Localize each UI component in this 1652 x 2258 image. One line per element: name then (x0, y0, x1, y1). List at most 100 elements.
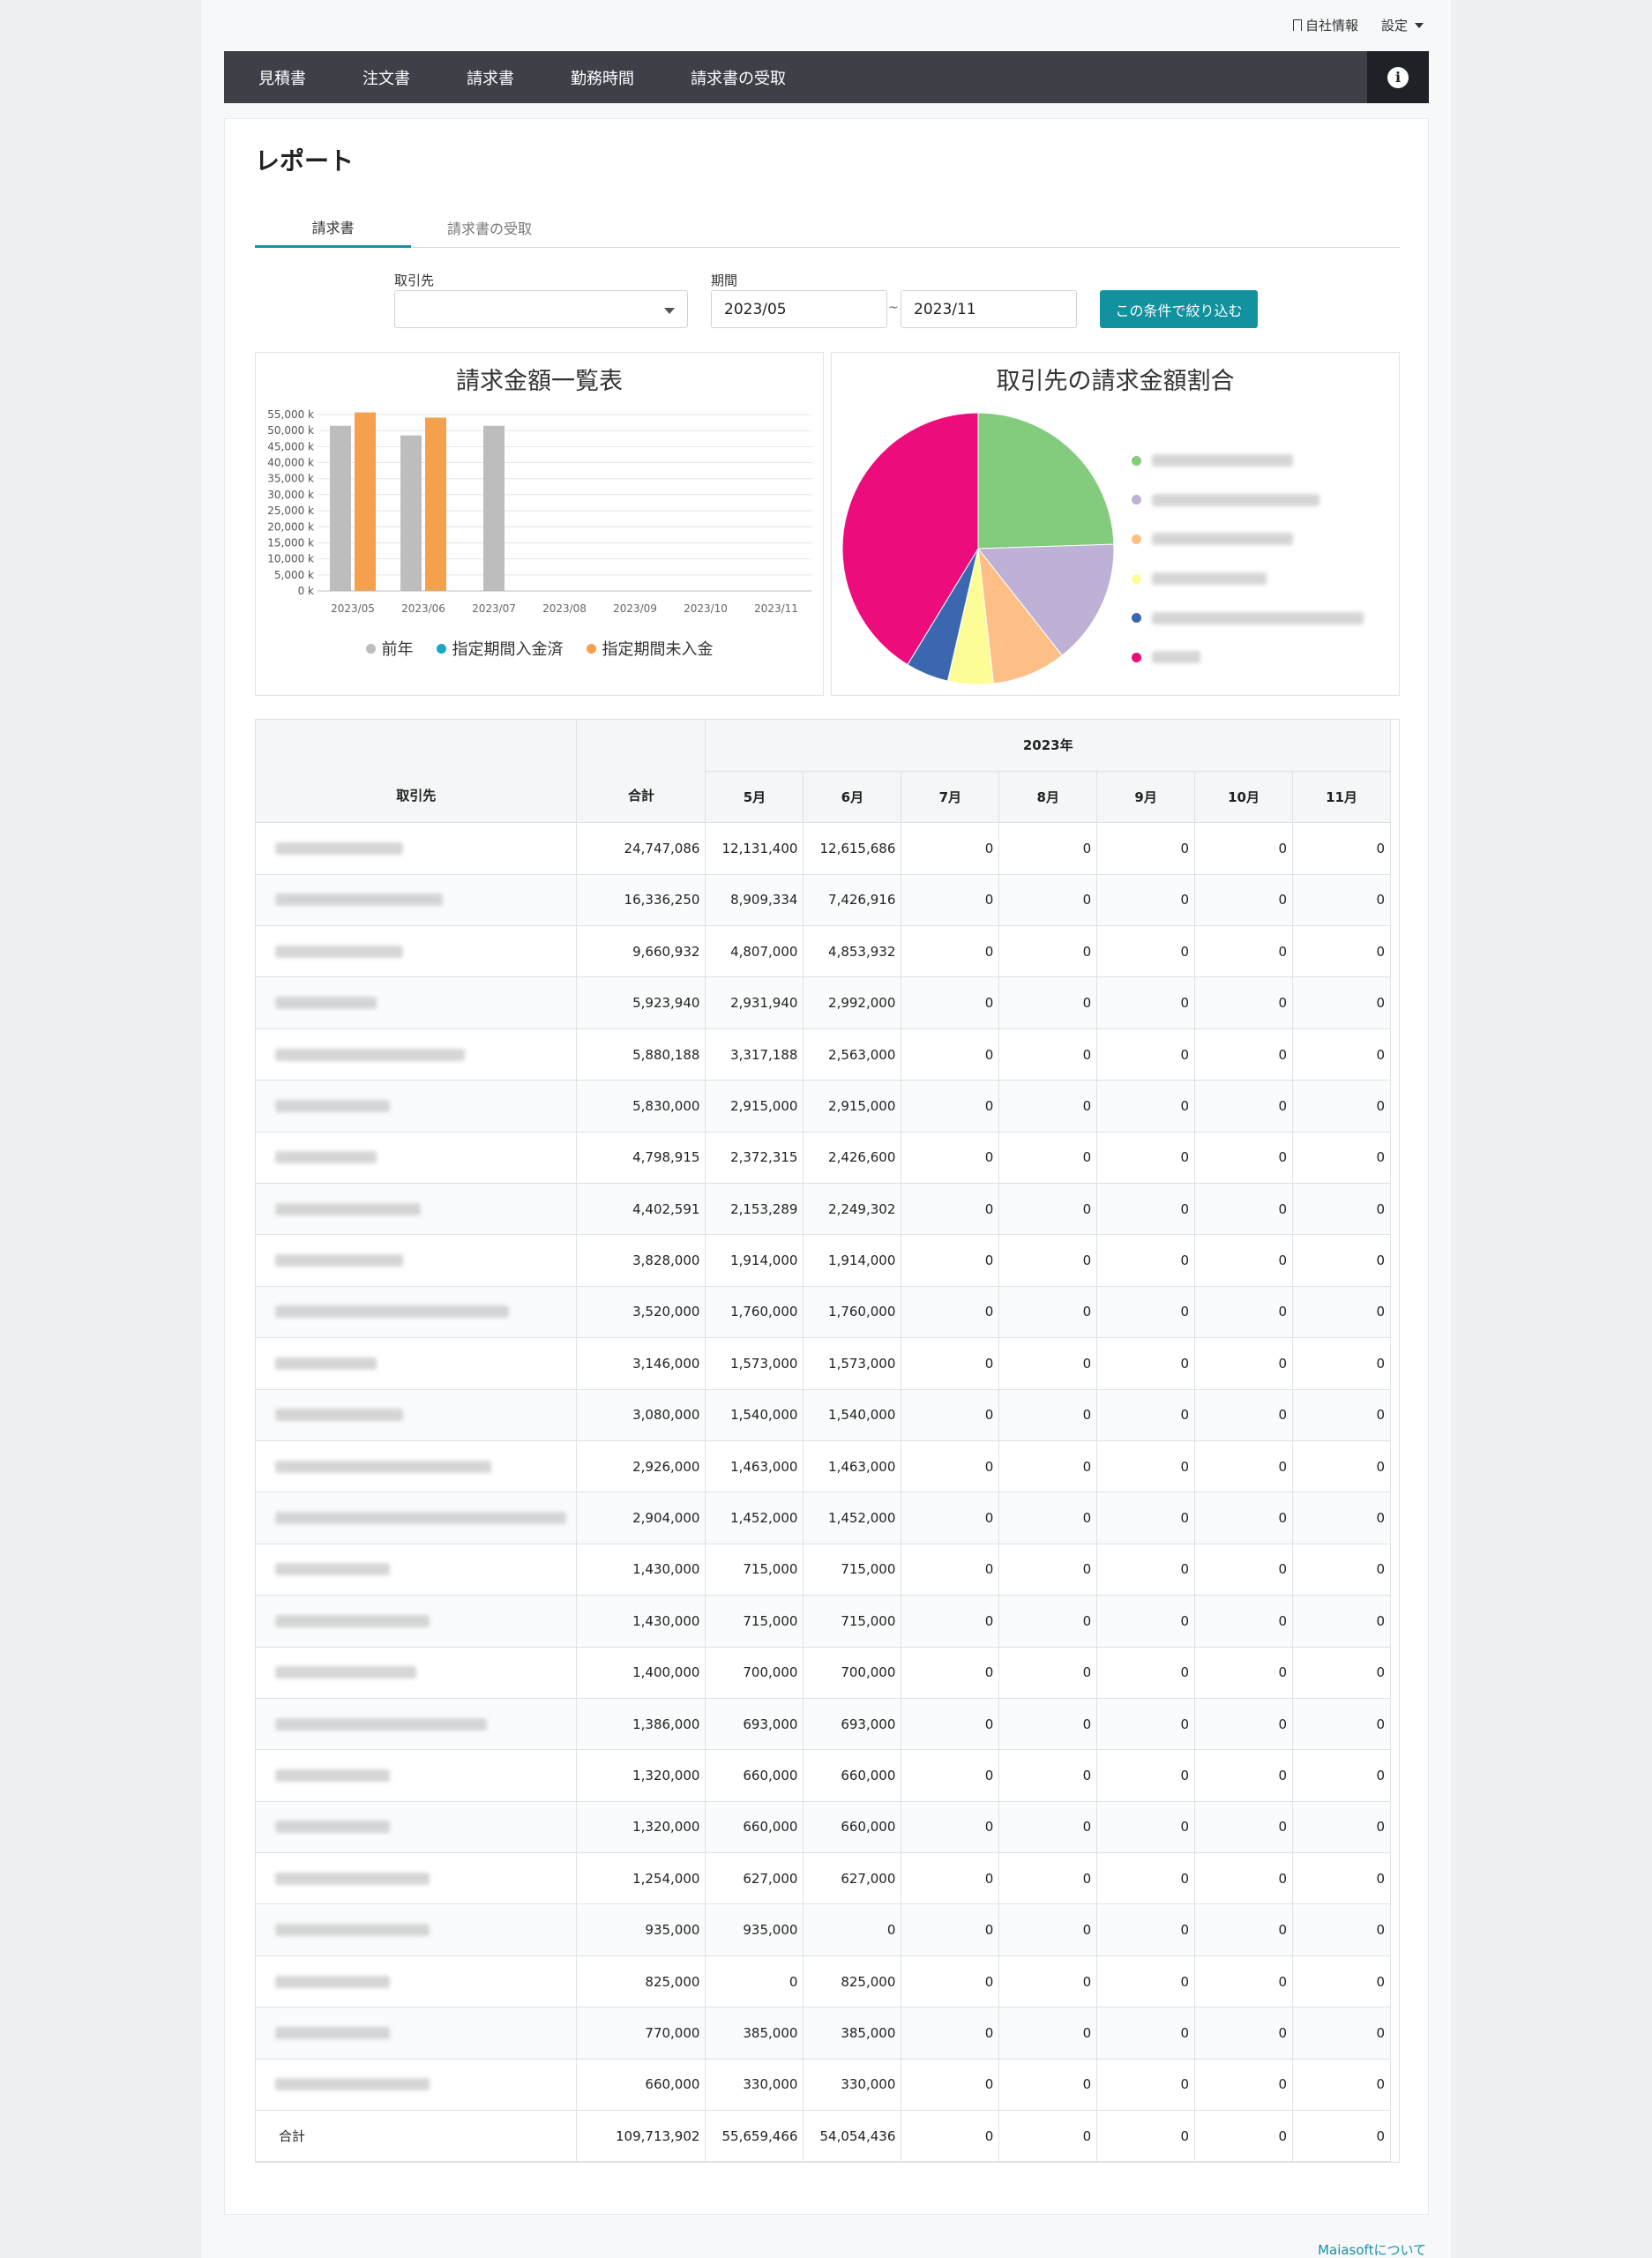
month-value-cell: 0 (1292, 1132, 1391, 1185)
pie-legend-item[interactable] (1132, 559, 1364, 599)
month-value-cell: 0 (998, 1955, 1098, 2008)
month-value-cell: 7,426,916 (803, 874, 902, 927)
month-value-cell: 0 (998, 1544, 1098, 1596)
month-value-cell: 1,540,000 (705, 1389, 804, 1441)
legend-item-paid[interactable]: 指定期間入金済 (436, 637, 564, 660)
client-name-cell-redacted (256, 925, 578, 978)
redacted-client-name (275, 1717, 487, 1731)
invoice-summary-table: 取引先 合計 2023年 5月 6月 7月 8月 9月 10月 11月 24,747,086… (255, 719, 1400, 2164)
pie-legend-item[interactable] (1132, 520, 1364, 559)
month-value-cell: 0 (1194, 1337, 1293, 1390)
company-info-link[interactable]: 自社情報 (1292, 16, 1358, 34)
dropdown-arrow-icon (664, 308, 675, 314)
month-value-cell: 0 (1292, 1749, 1391, 1802)
month-value-cell: 0 (705, 1955, 804, 2008)
client-name-cell-redacted (256, 1852, 578, 1905)
nav-item-quotes[interactable]: 見積書 (258, 66, 306, 89)
nav-item-received-invoices[interactable]: 請求書の受取 (691, 66, 786, 89)
month-value-cell: 0 (901, 925, 1000, 978)
redacted-client-name (275, 1048, 465, 1061)
redacted-client-name (275, 1254, 403, 1267)
tab-received-invoices[interactable]: 請求書の受取 (411, 207, 568, 248)
pie-chart-panel: 取引先の請求金額割合 (831, 352, 1400, 696)
table-row: 935,000 935,000 0 0 0 0 0 0 (256, 1903, 1391, 1956)
period-from-input[interactable]: 2023/05 (711, 290, 887, 328)
month-value-cell: 0 (1096, 1749, 1196, 1802)
client-name-cell-redacted (256, 1801, 578, 1854)
month-value-cell: 693,000 (803, 1698, 902, 1751)
month-value-cell: 0 (998, 2007, 1098, 2060)
month-value-cell: 0 (998, 822, 1098, 875)
nav-item-invoices[interactable]: 請求書 (467, 66, 514, 89)
month-value-cell: 0 (803, 1903, 902, 1956)
row-total-cell: 3,080,000 (576, 1389, 706, 1441)
table-row: 660,000 330,000 330,000 0 0 0 0 0 (256, 2059, 1391, 2112)
settings-dropdown[interactable]: 設定 (1381, 16, 1424, 34)
legend-dot (1132, 495, 1141, 505)
month-value-cell: 0 (1096, 2007, 1196, 2060)
nav-item-work-hours[interactable]: 勤務時間 (571, 66, 634, 89)
month-value-cell: 0 (1194, 1440, 1293, 1493)
month-value-cell: 0 (1096, 1286, 1196, 1339)
legend-item-unpaid[interactable]: 指定期間未入金 (586, 637, 714, 660)
tab-invoices[interactable]: 請求書 (255, 207, 411, 248)
month-value-cell: 0 (998, 1440, 1098, 1493)
month-value-cell: 0 (901, 1337, 1000, 1390)
bar-prev-year (330, 425, 351, 591)
redacted-client-name (275, 1151, 377, 1164)
legend-item-prev-year[interactable]: 前年 (365, 637, 414, 660)
month-value-cell: 0 (1194, 822, 1293, 875)
month-value-cell: 1,540,000 (803, 1389, 902, 1441)
row-total-cell: 3,146,000 (576, 1337, 706, 1390)
month-value-cell: 0 (901, 874, 1000, 927)
month-value-cell: 0 (1096, 1698, 1196, 1751)
month-value-cell: 4,853,932 (803, 925, 902, 978)
legend-label: 前年 (381, 640, 414, 659)
client-name-cell-redacted (256, 822, 578, 875)
month-value-cell: 0 (901, 1749, 1000, 1802)
redacted-client-name (275, 1924, 430, 1937)
month-value-cell: 0 (998, 1647, 1098, 1699)
apply-filter-button[interactable]: この条件で絞り込む (1100, 290, 1258, 328)
month-value-cell: 0 (1194, 1903, 1293, 1956)
table-row: 1,430,000 715,000 715,000 0 0 0 0 0 (256, 1595, 1391, 1648)
month-total-cell: 55,659,466 (705, 2110, 804, 2163)
y-tick-label: 45,000 k (267, 440, 314, 452)
pie-legend-label-redacted (1152, 651, 1200, 664)
x-tick-label: 2023/07 (472, 602, 516, 615)
period-to-input[interactable]: 2023/11 (901, 290, 1077, 328)
month-value-cell: 0 (1096, 2059, 1196, 2112)
month-value-cell: 2,249,302 (803, 1183, 902, 1236)
pie-legend-item[interactable] (1132, 598, 1364, 638)
pie-legend-item[interactable] (1132, 481, 1364, 520)
table-row: 1,320,000 660,000 660,000 0 0 0 0 0 (256, 1749, 1391, 1802)
row-total-cell: 825,000 (576, 1955, 706, 2008)
month-value-cell: 0 (1194, 1544, 1293, 1596)
month-value-cell: 0 (1096, 1955, 1196, 2008)
client-select[interactable] (394, 290, 688, 328)
table-row: 3,828,000 1,914,000 1,914,000 0 0 0 0 0 (256, 1234, 1391, 1287)
pie-chart-legend (1132, 441, 1364, 677)
table-row: 5,830,000 2,915,000 2,915,000 0 0 0 0 0 (256, 1080, 1391, 1133)
pie-legend-item[interactable] (1132, 441, 1364, 481)
caret-down-icon (1415, 22, 1424, 28)
legend-dot (436, 643, 446, 654)
month-value-cell: 0 (1292, 1286, 1391, 1339)
month-value-cell: 1,463,000 (803, 1440, 902, 1493)
month-value-cell: 12,615,686 (803, 822, 902, 875)
month-value-cell: 2,992,000 (803, 976, 902, 1029)
table-row: 1,386,000 693,000 693,000 0 0 0 0 0 (256, 1698, 1391, 1751)
month-value-cell: 693,000 (705, 1698, 804, 1751)
month-value-cell: 2,153,289 (705, 1183, 804, 1236)
month-value-cell: 2,915,000 (803, 1080, 902, 1133)
month-value-cell: 0 (1292, 1698, 1391, 1751)
row-total-cell: 1,320,000 (576, 1801, 706, 1854)
pie-legend-item[interactable] (1132, 638, 1364, 677)
row-total-cell: 2,926,000 (576, 1440, 706, 1493)
info-button[interactable]: i (1367, 51, 1429, 103)
month-value-cell: 0 (1292, 1080, 1391, 1133)
about-maiasoft-link[interactable]: Maiasoftについて (1318, 2240, 1426, 2258)
table-row: 2,926,000 1,463,000 1,463,000 0 0 0 0 0 (256, 1440, 1391, 1493)
nav-item-orders[interactable]: 注文書 (363, 66, 410, 89)
month-value-cell: 1,573,000 (705, 1337, 804, 1390)
